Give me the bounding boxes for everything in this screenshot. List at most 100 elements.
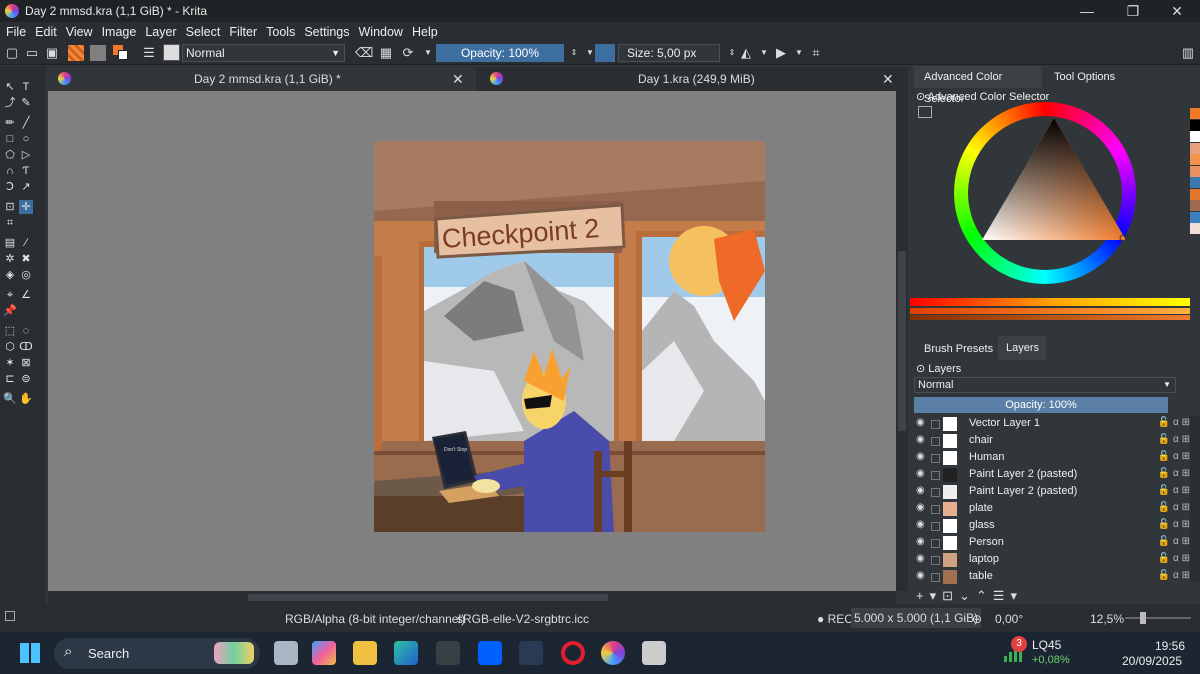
close-window-button[interactable]: ✕ (1154, 0, 1200, 22)
visibility-eye-icon[interactable]: ◉ (916, 553, 928, 564)
opacity-slider[interactable]: Opacity: 100% (436, 44, 564, 62)
saturation-slider[interactable] (910, 308, 1190, 314)
freehand-select-icon[interactable]: ↀ (19, 340, 33, 354)
reload-preset-icon[interactable]: ⟳ (400, 45, 416, 61)
app-icon[interactable] (519, 641, 543, 665)
visibility-eye-icon[interactable]: ◉ (916, 468, 928, 479)
visibility-eye-icon[interactable]: ◉ (916, 519, 928, 530)
pan-tool-icon[interactable]: ✋ (19, 392, 33, 406)
smart-patch-icon[interactable]: ✖ (19, 252, 33, 266)
layer-row[interactable]: ◉ Paint Layer 2 (pasted) 🔓 α ⊞ (914, 484, 1196, 501)
visibility-eye-icon[interactable]: ◉ (916, 536, 928, 547)
layer-lock-alpha-icons[interactable]: 🔓 α ⊞ (1158, 468, 1190, 479)
mirror-vertical-icon[interactable]: ▶ (773, 45, 789, 61)
ellipse-select-icon[interactable]: ◌ (19, 324, 33, 338)
layer-select-checkbox[interactable] (931, 573, 940, 582)
menu-help[interactable]: Help (412, 25, 438, 39)
file-explorer-icon[interactable] (353, 641, 377, 665)
edge-icon[interactable] (394, 641, 418, 665)
visibility-eye-icon[interactable]: ◉ (916, 502, 928, 513)
menu-window[interactable]: Window (359, 25, 403, 39)
snipping-tool-icon[interactable] (642, 641, 666, 665)
visibility-eye-icon[interactable]: ◉ (916, 451, 928, 462)
layer-row[interactable]: ◉ table 🔓 α ⊞ (914, 569, 1196, 586)
taskbar-search-box[interactable]: ⌕ Search (54, 638, 260, 669)
wrap-around-icon[interactable]: ⌗ (808, 45, 824, 61)
rotation-value[interactable]: 0,00° (995, 612, 1023, 626)
start-button-icon[interactable] (20, 643, 40, 663)
palette-swatch[interactable] (1190, 211, 1200, 223)
dropbox-icon[interactable] (478, 641, 502, 665)
layer-row[interactable]: ◉ Human 🔓 α ⊞ (914, 450, 1196, 467)
freehand-path-icon[interactable]: Ƭ (19, 164, 33, 178)
layer-row[interactable]: ◉ laptop 🔓 α ⊞ (914, 552, 1196, 569)
layer-lock-alpha-icons[interactable]: 🔓 α ⊞ (1158, 434, 1190, 445)
brush-size-slider[interactable]: Size: 5,00 px (618, 44, 720, 62)
layer-lock-alpha-icons[interactable]: 🔓 α ⊞ (1158, 570, 1190, 581)
clock-date[interactable]: 20/09/2025 (1122, 654, 1182, 668)
stock-name[interactable]: LQ45 (1032, 638, 1061, 652)
magnetic-select-icon[interactable]: ⊜ (19, 372, 33, 386)
layer-lock-alpha-icons[interactable]: 🔓 α ⊞ (1158, 553, 1190, 564)
color-triangle[interactable] (980, 116, 1130, 246)
workspace-icon[interactable]: ▥ (1180, 45, 1196, 61)
menu-tools[interactable]: Tools (266, 25, 295, 39)
minimize-button[interactable]: — (1064, 0, 1110, 22)
palette-swatch[interactable] (1190, 108, 1200, 119)
layer-lock-alpha-icons[interactable]: 🔓 α ⊞ (1158, 502, 1190, 513)
layer-select-checkbox[interactable] (931, 454, 940, 463)
colorize-mask-icon[interactable]: ✲ (3, 252, 17, 266)
move-tool-icon[interactable]: ✛ (19, 200, 33, 214)
layer-select-checkbox[interactable] (931, 437, 940, 446)
edit-shape-icon[interactable]: ⤴ (3, 96, 17, 110)
palette-swatch[interactable] (1190, 154, 1200, 165)
brush-settings-icon[interactable]: ☰ (141, 45, 157, 61)
tab-brush-presets[interactable]: Brush Presets (914, 338, 994, 360)
layer-row[interactable]: ◉ Person 🔓 α ⊞ (914, 535, 1196, 552)
bezier-select-icon[interactable]: ⊏ (3, 372, 17, 386)
tab-color-selector[interactable]: Advanced Color Selector (914, 66, 1042, 105)
layer-select-checkbox[interactable] (931, 505, 940, 514)
palette-swatch[interactable] (1190, 177, 1200, 188)
scrollbar-thumb[interactable] (248, 594, 608, 601)
layer-row[interactable]: ◉ Vector Layer 1 🔓 α ⊞ (914, 416, 1196, 433)
layer-row[interactable]: ◉ Paint Layer 2 (pasted) 🔓 α ⊞ (914, 467, 1196, 484)
tab-day2[interactable]: Day 2 mmsd.kra (1,1 GiB) * ✕ (48, 67, 476, 91)
rectangle-tool-icon[interactable]: □ (3, 132, 17, 146)
image-dimensions[interactable]: 5.000 x 5.000 (1,1 GiB) (851, 608, 982, 628)
layer-list-scrollbar[interactable] (1190, 416, 1200, 582)
menu-file[interactable]: File (6, 25, 26, 39)
task-view-icon[interactable] (274, 641, 298, 665)
opera-icon[interactable] (561, 641, 585, 665)
assistant-tool-icon[interactable]: ⌖ (3, 288, 17, 302)
zoom-tool-icon[interactable]: 🔍 (3, 392, 17, 406)
polyline-tool-icon[interactable]: ▷ (19, 148, 33, 162)
brush-preset-icon[interactable] (163, 44, 180, 61)
layer-row[interactable]: ◉ glass 🔓 α ⊞ (914, 518, 1196, 535)
artwork[interactable]: Checkpoint 2 Don't Stop (374, 141, 765, 532)
crop-tool-icon[interactable]: ⌗ (3, 216, 17, 230)
enclose-fill-icon[interactable]: ◎ (19, 268, 33, 282)
opacity-stepper-icon[interactable]: ⇕ (566, 45, 582, 61)
layer-lock-alpha-icons[interactable]: 🔓 α ⊞ (1158, 536, 1190, 547)
visibility-eye-icon[interactable]: ◉ (916, 570, 928, 581)
close-tab-icon[interactable]: ✕ (882, 67, 894, 91)
menu-settings[interactable]: Settings (304, 25, 349, 39)
palette-swatch[interactable] (1190, 188, 1200, 200)
preserve-alpha-icon[interactable]: ▦ (378, 45, 394, 61)
select-shape-icon[interactable]: ↖ (3, 80, 17, 94)
chevron-down-icon[interactable]: ▼ (756, 45, 772, 61)
new-document-icon[interactable]: ▢ (4, 45, 20, 61)
layer-blend-mode-select[interactable]: Normal ▼ (914, 377, 1176, 393)
eraser-icon[interactable]: ⌫ (355, 45, 373, 61)
zoom-slider-handle[interactable] (1140, 612, 1146, 624)
layer-actions[interactable]: +▾⊡⌄⌃☰▾ (916, 588, 1023, 604)
value-slider[interactable] (910, 315, 1190, 320)
menu-view[interactable]: View (66, 25, 93, 39)
polygon-select-icon[interactable]: ⬡ (3, 340, 17, 354)
layer-lock-alpha-icons[interactable]: 🔓 α ⊞ (1158, 451, 1190, 462)
tab-day1[interactable]: Day 1.kra (249,9 MiB) ✕ (480, 67, 908, 91)
zoom-value[interactable]: 12,5% (1090, 612, 1124, 626)
measure-tool-icon[interactable]: ∠ (19, 288, 33, 302)
mirror-horizontal-icon[interactable]: ◭ (738, 45, 754, 61)
